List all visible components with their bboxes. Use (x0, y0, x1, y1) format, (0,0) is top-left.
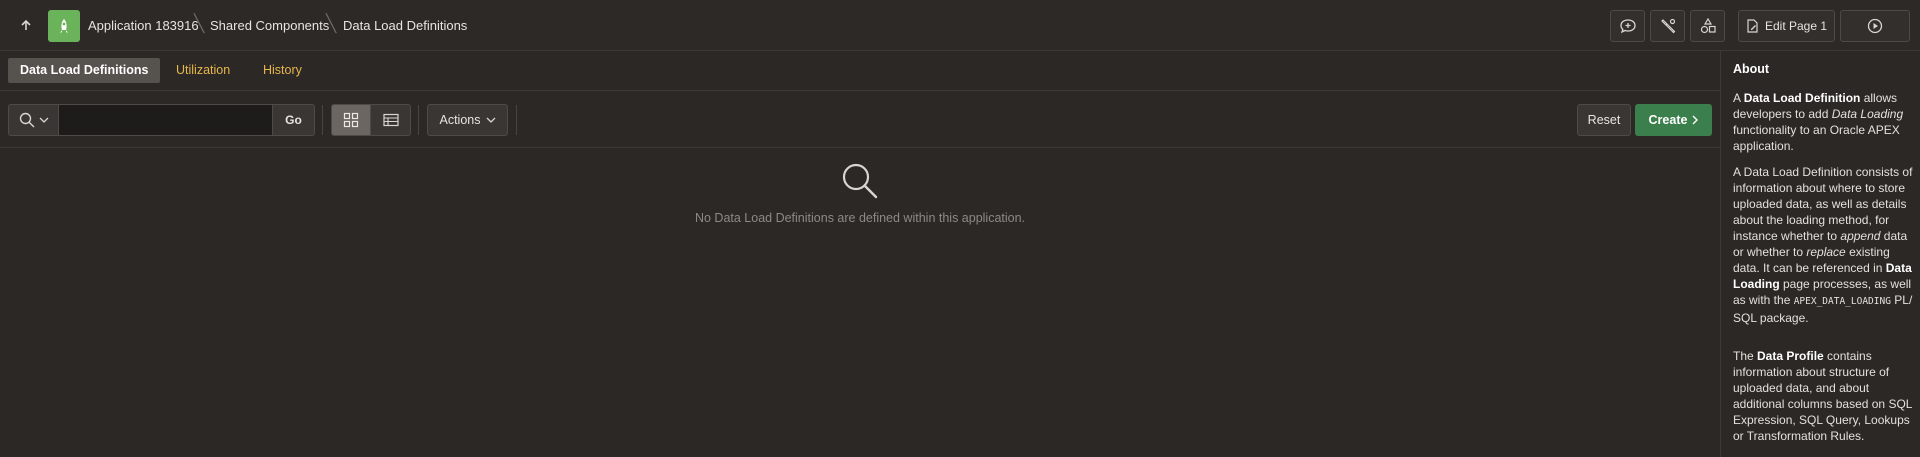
breadcrumb-current: Data Load Definitions (343, 18, 468, 33)
developer-tools-button[interactable] (1650, 10, 1685, 42)
actions-menu-button[interactable]: Actions (427, 104, 508, 136)
report-toolbar: Go Actions Reset Create (0, 91, 1720, 148)
edit-page-icon (1746, 19, 1759, 33)
create-button[interactable]: Create (1635, 104, 1712, 136)
chevron-right-icon (1692, 115, 1699, 125)
tabs-bar: Data Load Definitions Utilization Histor… (0, 51, 1720, 91)
toolbar-divider (418, 105, 419, 135)
search-column-menu[interactable] (8, 104, 59, 136)
tab-data-load-definitions[interactable]: Data Load Definitions (8, 58, 161, 83)
shared-components-button[interactable] (1690, 10, 1725, 42)
up-arrow-icon[interactable] (16, 15, 36, 35)
toolbar-divider (516, 105, 517, 135)
search-group: Go (8, 104, 315, 136)
search-input[interactable] (59, 104, 273, 136)
edit-page-label: Edit Page 1 (1764, 19, 1828, 33)
reset-button[interactable]: Reset (1577, 104, 1631, 136)
breadcrumb-application[interactable]: Application 183916 (88, 18, 199, 33)
tab-utilization[interactable]: Utilization (164, 58, 242, 83)
grid-icon (343, 112, 359, 128)
actions-label: Actions (439, 113, 481, 127)
tab-history[interactable]: History (251, 58, 314, 83)
about-sidebar: About A Data Load Definition allows deve… (1720, 51, 1920, 457)
toolbar-divider (322, 105, 323, 135)
feedback-button[interactable] (1610, 10, 1645, 42)
app-icon[interactable] (48, 10, 80, 42)
empty-state-message: No Data Load Definitions are defined wit… (694, 211, 1026, 225)
top-bar: Application 183916 ╲ Shared Components ╲… (0, 0, 1920, 51)
play-icon (1867, 18, 1883, 34)
about-paragraph-1: A Data Load Definition allows developers… (1733, 91, 1904, 153)
wrench-icon (1660, 18, 1676, 34)
breadcrumb-separator: ╲ (326, 14, 337, 33)
report-view-button[interactable] (371, 104, 411, 136)
edit-page-button[interactable]: Edit Page 1 (1738, 10, 1835, 42)
search-icon (19, 112, 35, 128)
about-paragraph-2: A Data Load Definition consists of infor… (1733, 165, 1913, 325)
icon-view-button[interactable] (331, 104, 371, 136)
feedback-icon (1619, 18, 1637, 34)
about-title: About (1733, 62, 1770, 76)
breadcrumb-shared-components[interactable]: Shared Components (210, 18, 329, 33)
chevron-down-icon (486, 117, 496, 123)
create-label: Create (1648, 113, 1688, 127)
chevron-down-icon (39, 117, 49, 123)
table-icon (382, 113, 399, 127)
go-button[interactable]: Go (273, 104, 315, 136)
run-page-button[interactable] (1840, 10, 1910, 42)
about-paragraph-3: The Data Profile contains information ab… (1733, 349, 1913, 443)
shapes-icon (1700, 18, 1716, 34)
view-switcher (331, 104, 411, 136)
magnifier-icon (841, 162, 879, 200)
breadcrumb-separator: ╲ (194, 14, 205, 33)
